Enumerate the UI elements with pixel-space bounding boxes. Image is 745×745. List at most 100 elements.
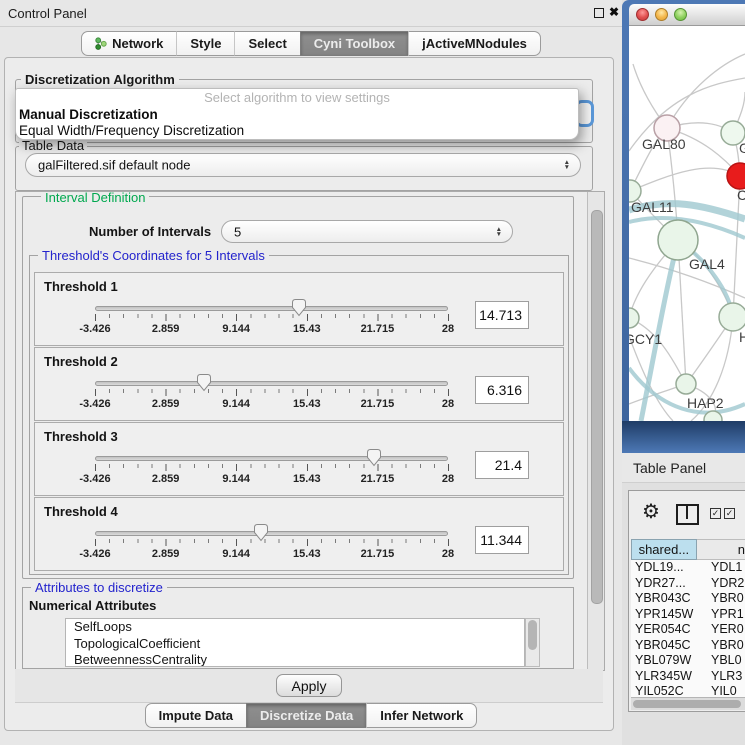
slider-major-ticks xyxy=(95,539,450,546)
node-right-mid[interactable] xyxy=(719,303,745,331)
slider-tick-label: 15.43 xyxy=(293,398,321,410)
slider-tick-label: 9.144 xyxy=(222,548,250,560)
panel-vertical-scrollbar[interactable] xyxy=(587,192,605,670)
control-panel: Control Panel ✖ NetworkStyle Select Cyni T… xyxy=(0,0,622,745)
number-of-intervals-combo[interactable]: 5 ▲▼ xyxy=(221,220,513,243)
apply-button[interactable]: Apply xyxy=(276,674,342,697)
svg-text:GAL4: GAL4 xyxy=(689,256,725,272)
threshold-value-input[interactable] xyxy=(475,301,529,329)
scrollbar-thumb[interactable] xyxy=(633,700,741,708)
table-data-combo[interactable]: galFiltered.sif default node ▲▼ xyxy=(25,153,581,177)
slider-tick-label: 2.859 xyxy=(152,473,180,485)
svg-text:HAP2: HAP2 xyxy=(687,395,724,411)
dropdown-option-equal-width[interactable]: Equal Width/Frequency Discretization xyxy=(16,123,578,139)
bottom-tab-impute-data[interactable]: Impute Data xyxy=(145,703,246,728)
right-side: GAL80 G C GAL11 GAL4 GCY1 H HAP2 Table P… xyxy=(622,0,745,745)
table-row[interactable]: YDR27...YDR2 xyxy=(631,576,745,592)
tab-label: Cyni Toolbox xyxy=(314,36,395,51)
tab-label: Select xyxy=(248,36,286,51)
slider-tick-label: 28 xyxy=(442,323,454,335)
network-icon xyxy=(95,37,107,50)
slider-tick-label: 9.144 xyxy=(222,473,250,485)
top-tab-bar: NetworkStyle Select Cyni Toolbox jActiveMNo… xyxy=(0,31,622,56)
column-header-name[interactable]: n xyxy=(697,539,745,560)
threshold-box-2: Threshold 2-3.4262.8599.14415.4321.71528 xyxy=(34,347,564,421)
column-header-shared-name[interactable]: shared... xyxy=(631,539,697,560)
combo-spinner-icon[interactable]: ▲▼ xyxy=(496,227,502,237)
threshold-value-input[interactable] xyxy=(475,451,529,479)
threshold-slider-track[interactable] xyxy=(95,531,448,536)
cell-shared-name: YIL052C xyxy=(631,684,711,697)
threshold-slider-track[interactable] xyxy=(95,306,448,311)
slider-tick-label: 9.144 xyxy=(222,323,250,335)
close-traffic-light-icon[interactable] xyxy=(636,8,649,21)
network-window-titlebar[interactable] xyxy=(629,4,745,26)
table-row[interactable]: YDL19...YDL1 xyxy=(631,560,745,576)
tab-cyni-toolbox[interactable]: Cyni Toolbox xyxy=(300,31,408,56)
checkbox-icon[interactable]: ✓ xyxy=(710,508,721,519)
table-row[interactable]: YER054CYER0 xyxy=(631,622,745,638)
network-canvas[interactable]: GAL80 G C GAL11 GAL4 GCY1 H HAP2 xyxy=(629,26,745,421)
network-nodes[interactable] xyxy=(629,115,745,421)
attribute-item[interactable]: SelfLoops xyxy=(66,619,524,636)
tab-label: Discretize Data xyxy=(260,708,353,723)
table-horizontal-scrollbar[interactable] xyxy=(631,697,745,710)
interval-definition-title: Interval Definition xyxy=(41,191,149,205)
column-layout-icon[interactable] xyxy=(676,504,699,525)
bottom-tab-infer-network[interactable]: Infer Network xyxy=(366,703,477,728)
cell-name: YIL0 xyxy=(711,684,737,697)
node-gal4[interactable] xyxy=(658,220,698,260)
attributes-list-scrollbar[interactable] xyxy=(525,618,540,667)
table-panel-inner: ⚙ ✓ ✓ shared... n YDL19...YDL1YDR27...YD… xyxy=(628,490,745,712)
table-panel-title: Table Panel xyxy=(633,460,706,476)
attributes-group: Attributes to discretize Numerical Attri… xyxy=(22,587,574,669)
cell-name: YDL1 xyxy=(711,560,742,574)
node-hap2[interactable] xyxy=(676,374,696,394)
dropdown-option-manual[interactable]: Manual Discretization xyxy=(16,107,578,123)
node-red-selected[interactable] xyxy=(727,163,745,189)
number-of-intervals-label: Number of Intervals xyxy=(89,224,211,239)
scrollbar-thumb[interactable] xyxy=(591,210,603,604)
tab-select[interactable]: Select xyxy=(234,31,299,56)
threshold-slider-track[interactable] xyxy=(95,456,448,461)
settings-scroll-panel: Interval Definition Number of Intervals … xyxy=(15,191,605,671)
threshold-label: Threshold 2 xyxy=(44,354,118,369)
svg-text:GCY1: GCY1 xyxy=(629,331,662,347)
slider-tick-label: 9.144 xyxy=(222,398,250,410)
table-row[interactable]: YPR145WYPR1 xyxy=(631,607,745,623)
tab-network[interactable]: Network xyxy=(81,31,176,56)
cell-shared-name: YER054C xyxy=(631,622,711,638)
tab-label: jActiveMNodules xyxy=(422,36,527,51)
tab-jactivemnodules[interactable]: jActiveMNodules xyxy=(408,31,541,56)
slider-tick-label: 2.859 xyxy=(152,548,180,560)
threshold-label: Threshold 3 xyxy=(44,429,118,444)
node-gcy1[interactable] xyxy=(629,308,639,328)
numerical-attributes-list[interactable]: SelfLoopsTopologicalCoefficientBetweenne… xyxy=(65,618,525,667)
zoom-traffic-light-icon[interactable] xyxy=(674,8,687,21)
tab-label: Infer Network xyxy=(380,708,463,723)
panel-title: Control Panel xyxy=(8,6,87,21)
bottom-tab-discretize-data[interactable]: Discretize Data xyxy=(246,703,366,728)
float-window-icon[interactable] xyxy=(594,8,604,18)
minimize-traffic-light-icon[interactable] xyxy=(655,8,668,21)
threshold-value-input[interactable] xyxy=(475,526,529,554)
table-row[interactable]: YIL052CYIL0 xyxy=(631,684,745,697)
checkbox-icon[interactable]: ✓ xyxy=(724,508,735,519)
table-row[interactable]: YBR043CYBR0 xyxy=(631,591,745,607)
table-row[interactable]: YBL079WYBL0 xyxy=(631,653,745,669)
table-row[interactable]: YLR345WYLR3 xyxy=(631,669,745,685)
threshold-slider-track[interactable] xyxy=(95,381,448,386)
table-data-group-title: Table Data xyxy=(19,138,87,153)
threshold-value-input[interactable] xyxy=(475,376,529,404)
gear-icon[interactable]: ⚙ xyxy=(642,499,660,524)
threshold-box-4: Threshold 4-3.4262.8599.14415.4321.71528 xyxy=(34,497,564,571)
slider-tick-label: 21.715 xyxy=(361,323,395,335)
combo-spinner-icon[interactable]: ▲▼ xyxy=(564,160,570,170)
table-row[interactable]: YBR045CYBR0 xyxy=(631,638,745,654)
tab-style[interactable]: Style xyxy=(176,31,234,56)
attribute-item[interactable]: TopologicalCoefficient xyxy=(66,636,524,653)
slider-tick-label: -3.426 xyxy=(79,548,110,560)
scrollbar-thumb[interactable] xyxy=(528,620,537,650)
attribute-item[interactable]: BetweennessCentrality xyxy=(66,652,524,667)
close-icon[interactable]: ✖ xyxy=(609,5,619,19)
